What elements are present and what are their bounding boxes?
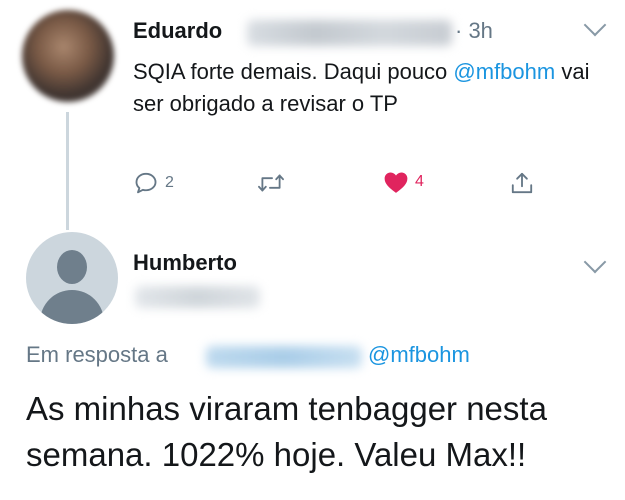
reply-icon [133,170,159,196]
heart-icon [383,170,409,194]
author-handle-redacted [135,286,260,308]
tweet-actions: 2 4 [133,170,553,198]
reply-recipient-redacted [206,346,362,368]
reply-context-label: Em resposta a [26,342,168,367]
chevron-down-icon[interactable] [583,13,607,37]
author-name[interactable]: Eduardo [133,18,222,44]
default-avatar[interactable] [26,232,118,324]
like-count: 4 [415,173,424,190]
reply-button[interactable]: 2 [133,170,174,196]
author-handle-redacted [247,20,452,46]
tweet-thread: Eduardo · 3h SQIA forte demais. Daqui po… [0,0,625,500]
mention-link[interactable]: @mfbohm [368,342,470,368]
reply-count: 2 [165,174,174,191]
like-button[interactable]: 4 [383,170,424,194]
mention-link[interactable]: @mfbohm [453,59,555,84]
avatar-body-shape [40,290,104,324]
avatar-head-shape [57,250,87,284]
tweet-text: As minhas viraram tenbagger nesta semana… [26,390,547,473]
share-icon [509,170,535,196]
tweet-timestamp[interactable]: · 3h [455,18,493,44]
thread-connector-line [66,112,69,230]
retweet-button[interactable] [257,170,291,196]
author-name[interactable]: Humberto [133,250,237,276]
share-button[interactable] [509,170,535,196]
retweet-icon [257,170,285,196]
tweet-text-part: SQIA forte demais. Daqui pouco [133,59,454,84]
chevron-down-icon[interactable] [583,250,607,274]
tweet-text: SQIA forte demais. Daqui pouco @mfbohm v… [133,56,603,120]
avatar[interactable] [22,10,114,102]
